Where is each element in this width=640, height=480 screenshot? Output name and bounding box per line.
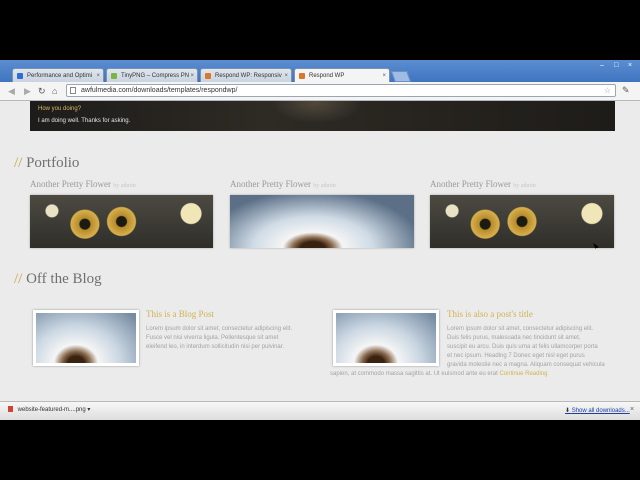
- download-filename: website-featured-m....png: [17, 407, 86, 413]
- portfolio-image-flowers[interactable]: [430, 195, 614, 248]
- close-tab-icon[interactable]: ×: [190, 69, 194, 82]
- blog-post-title[interactable]: This is a Blog Post: [146, 309, 214, 319]
- blog-post-title[interactable]: This is also a post's title: [447, 309, 533, 319]
- reload-icon[interactable]: ↻: [38, 85, 46, 97]
- browser-toolbar: ◀ ▶ ↻ ⌂ awfulmedia.com/downloads/templat…: [0, 82, 640, 101]
- tab-strip: Performance and Optimi × TinyPNG – Compr…: [0, 60, 640, 82]
- back-arrow-icon[interactable]: ◀: [8, 85, 15, 97]
- wrench-menu-icon[interactable]: ✎: [622, 85, 630, 96]
- banner-question: How you doing?: [38, 106, 82, 112]
- portfolio-item-title[interactable]: Another Pretty Flower by admin: [30, 179, 136, 189]
- new-tab-button[interactable]: [390, 71, 412, 82]
- favicon-icon: [205, 73, 211, 79]
- show-all-downloads-link[interactable]: ⬇ Show all downloads...: [565, 407, 630, 414]
- portfolio-item-title[interactable]: Another Pretty Flower by admin: [230, 179, 336, 189]
- tab-label: Performance and Optimi: [27, 73, 93, 79]
- chevron-down-icon[interactable]: ▾: [87, 407, 90, 413]
- home-icon[interactable]: ⌂: [52, 85, 57, 97]
- blog-post-excerpt: Lorem ipsum dolor sit amet, consectetur …: [146, 326, 293, 350]
- favicon-icon: [111, 73, 117, 79]
- url-text: awfulmedia.com/downloads/templates/respo…: [81, 87, 238, 94]
- blog-heading: // Off the Blog: [14, 271, 102, 287]
- page-icon: [70, 87, 76, 94]
- blog-post-excerpt: Lorem ipsum dolor sit amet, consectetur …: [447, 326, 605, 368]
- tab-performance[interactable]: Performance and Optimi ×: [12, 68, 104, 82]
- blog-post-excerpt-last-line: sapien, at commodo massa sagittis at. Ut…: [330, 371, 548, 377]
- close-tab-icon[interactable]: ×: [284, 69, 288, 82]
- minimize-icon[interactable]: –: [600, 62, 604, 69]
- portfolio-image-dandelion[interactable]: [230, 195, 414, 248]
- blog-post-thumbnail[interactable]: [333, 310, 439, 366]
- browser-window: Performance and Optimi × TinyPNG – Compr…: [0, 60, 640, 420]
- continue-reading-link[interactable]: Continue Reading: [499, 371, 547, 377]
- blog-post-thumbnail[interactable]: [33, 310, 139, 366]
- maximize-icon[interactable]: □: [614, 62, 618, 69]
- portfolio-heading: // Portfolio: [14, 155, 80, 171]
- tab-tinypng[interactable]: TinyPNG – Compress PN ×: [106, 68, 198, 82]
- download-arrow-icon: ⬇: [565, 408, 571, 414]
- tab-respond-wp[interactable]: Respond WP ×: [294, 68, 390, 82]
- close-tab-icon[interactable]: ×: [96, 69, 100, 82]
- close-window-icon[interactable]: ×: [628, 62, 632, 69]
- close-shelf-icon[interactable]: ×: [630, 406, 634, 413]
- banner-answer: I am doing well. Thanks for asking.: [38, 118, 131, 124]
- address-bar[interactable]: awfulmedia.com/downloads/templates/respo…: [66, 84, 616, 97]
- download-shelf: website-featured-m....png ▾ ⬇ Show all d…: [0, 401, 640, 420]
- tab-respond-responsive[interactable]: Respond WP: Responsiv ×: [200, 68, 292, 82]
- download-item[interactable]: website-featured-m....png ▾: [8, 406, 90, 413]
- tab-label: Respond WP: Responsiv: [215, 73, 282, 79]
- forward-arrow-icon[interactable]: ▶: [24, 85, 31, 97]
- tab-label: Respond WP: [309, 73, 345, 79]
- tab-label: TinyPNG – Compress PN: [121, 73, 190, 79]
- web-page: How you doing? I am doing well. Thanks f…: [0, 101, 640, 401]
- portfolio-item-title[interactable]: Another Pretty Flower by admin: [430, 179, 536, 189]
- file-icon: [8, 406, 13, 413]
- portfolio-image-flowers[interactable]: [30, 195, 213, 248]
- favicon-icon: [17, 73, 23, 79]
- header-banner: How you doing? I am doing well. Thanks f…: [30, 101, 615, 131]
- bookmark-star-icon[interactable]: ☆: [604, 85, 611, 96]
- close-tab-icon[interactable]: ×: [382, 69, 386, 82]
- banner-flower-image: [270, 101, 360, 123]
- favicon-icon: [299, 73, 305, 79]
